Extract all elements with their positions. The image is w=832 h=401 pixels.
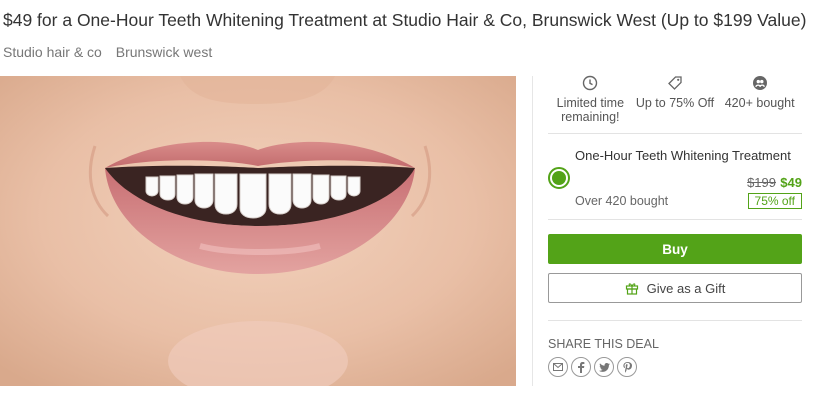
share-icons [548, 357, 637, 377]
option-radio[interactable] [548, 167, 570, 189]
discount-badge: 75% off [747, 193, 802, 209]
pinterest-icon[interactable] [617, 357, 637, 377]
location-label: Brunswick west [115, 44, 213, 60]
option-bought-count: Over 420 bought [575, 194, 669, 208]
gift-button-label: Give as a Gift [646, 280, 726, 296]
gift-button[interactable]: Give as a Gift [548, 273, 802, 303]
deal-image [0, 76, 516, 386]
divider [548, 219, 802, 220]
deal-option[interactable]: One-Hour Teeth Whitening Treatment $199 … [548, 142, 802, 212]
deal-title: $49 for a One-Hour Teeth Whitening Treat… [3, 10, 807, 30]
twitter-icon[interactable] [594, 357, 614, 377]
divider [548, 133, 802, 134]
facebook-icon[interactable] [571, 357, 591, 377]
merchant-link[interactable]: Studio hair & co [3, 44, 102, 60]
share-label: SHARE THIS DEAL [548, 337, 659, 351]
option-title: One-Hour Teeth Whitening Treatment [575, 148, 791, 163]
email-icon[interactable] [548, 357, 568, 377]
gift-icon [625, 281, 639, 295]
clock-icon [548, 72, 633, 94]
people-icon [717, 72, 802, 94]
stat-limited-time: Limited time remaining! [548, 72, 633, 134]
stat-discount: Up to 75% Off [633, 72, 718, 134]
stat-bought: 420+ bought [717, 72, 802, 134]
divider [548, 320, 802, 321]
deal-subline: Studio hair & co Brunswick west [3, 44, 212, 60]
panel-divider [532, 76, 533, 386]
buy-button[interactable]: Buy [548, 234, 802, 264]
deal-stats: Limited time remaining! Up to 75% Off 42… [548, 72, 802, 134]
deal-price: $49 [780, 175, 802, 190]
tag-icon [633, 72, 718, 94]
original-price: $199 [747, 175, 776, 190]
